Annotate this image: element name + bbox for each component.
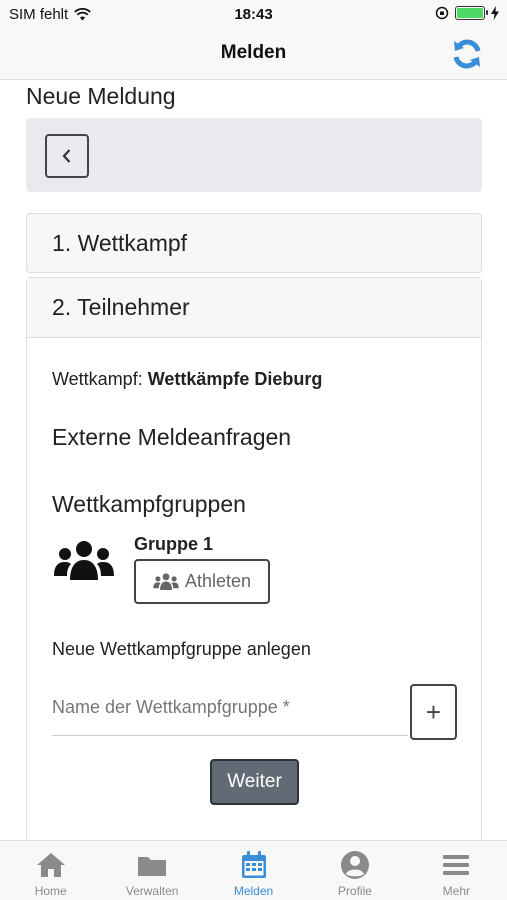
- charging-icon: [491, 6, 499, 20]
- battery-icon: [455, 6, 488, 20]
- tab-melden[interactable]: Melden: [203, 841, 304, 900]
- step-teilnehmer-header[interactable]: 2. Teilnehmer: [27, 278, 481, 338]
- tab-verwalten[interactable]: Verwalten: [101, 841, 202, 900]
- chevron-left-icon: [62, 149, 71, 163]
- tab-bar: Home Verwalten Melden Profile Mehr: [0, 840, 507, 900]
- step-teilnehmer-card: 2. Teilnehmer Wettkampf: Wettkämpfe Dieb…: [26, 277, 482, 840]
- menu-icon: [443, 855, 470, 875]
- tab-profile[interactable]: Profile: [304, 841, 405, 900]
- add-group-button[interactable]: +: [410, 684, 457, 740]
- new-group-label: Neue Wettkampfgruppe anlegen: [52, 639, 311, 659]
- refresh-icon[interactable]: [449, 36, 485, 72]
- status-indicators: [435, 6, 499, 20]
- users-icon: [54, 541, 114, 580]
- competition-name: Wettkämpfe Dieburg: [147, 369, 323, 389]
- nav-title: Melden: [220, 42, 287, 63]
- tab-mehr[interactable]: Mehr: [406, 841, 507, 900]
- athletes-button[interactable]: Athleten: [134, 559, 270, 604]
- tab-profile-label: Profile: [337, 884, 372, 898]
- athletes-button-label: Athleten: [184, 571, 252, 591]
- home-icon: [36, 853, 65, 877]
- step-2-label: 2. Teilnehmer: [52, 294, 190, 320]
- navigation-bar: Melden: [0, 30, 507, 80]
- competition-row: Wettkampf: Wettkämpfe Dieburg: [52, 369, 322, 390]
- tab-home-label: Home: [34, 884, 67, 898]
- tab-melden-label: Melden: [233, 884, 274, 898]
- groups-heading: Wettkampfgruppen: [52, 491, 246, 517]
- orientation-lock-icon: [435, 6, 449, 20]
- next-button[interactable]: Weiter: [210, 759, 299, 805]
- folder-icon: [138, 857, 167, 876]
- status-bar: SIM fehlt 18:43: [0, 0, 507, 30]
- step-1-label: 1. Wettkampf: [52, 230, 188, 256]
- competition-label: Wettkampf:: [52, 369, 143, 389]
- step-wettkampf[interactable]: 1. Wettkampf: [26, 213, 482, 273]
- external-requests-heading: Externe Meldeanfragen: [52, 424, 292, 450]
- tab-home[interactable]: Home: [0, 841, 101, 900]
- tab-verwalten-label: Verwalten: [125, 884, 179, 898]
- users-icon: [153, 573, 179, 590]
- back-toolbar: [26, 118, 482, 192]
- main-content: Neue Meldung 1. Wettkampf 2. Teilnehmer …: [0, 80, 507, 840]
- back-button[interactable]: [45, 134, 89, 178]
- group-name: Gruppe 1: [134, 534, 214, 554]
- page-title: Neue Meldung: [26, 83, 176, 109]
- tab-mehr-label: Mehr: [442, 884, 470, 898]
- user-icon: [340, 851, 369, 879]
- status-time: 18:43: [234, 6, 273, 23]
- group-name-input[interactable]: [52, 680, 408, 736]
- calendar-icon: [241, 851, 266, 878]
